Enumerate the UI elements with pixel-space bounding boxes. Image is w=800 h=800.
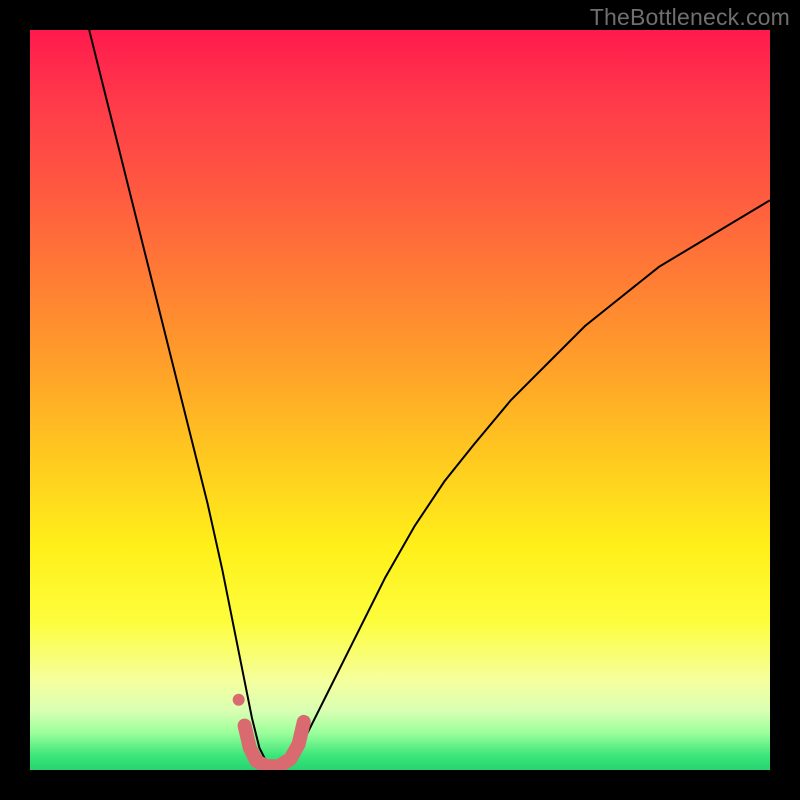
pink-dot — [233, 694, 245, 706]
plot-area — [30, 30, 770, 770]
curve-svg — [30, 30, 770, 770]
pink-marker-segment — [245, 722, 304, 766]
chart-frame: TheBottleneck.com — [0, 0, 800, 800]
black-v-curve — [89, 30, 770, 770]
watermark-text: TheBottleneck.com — [590, 4, 790, 31]
